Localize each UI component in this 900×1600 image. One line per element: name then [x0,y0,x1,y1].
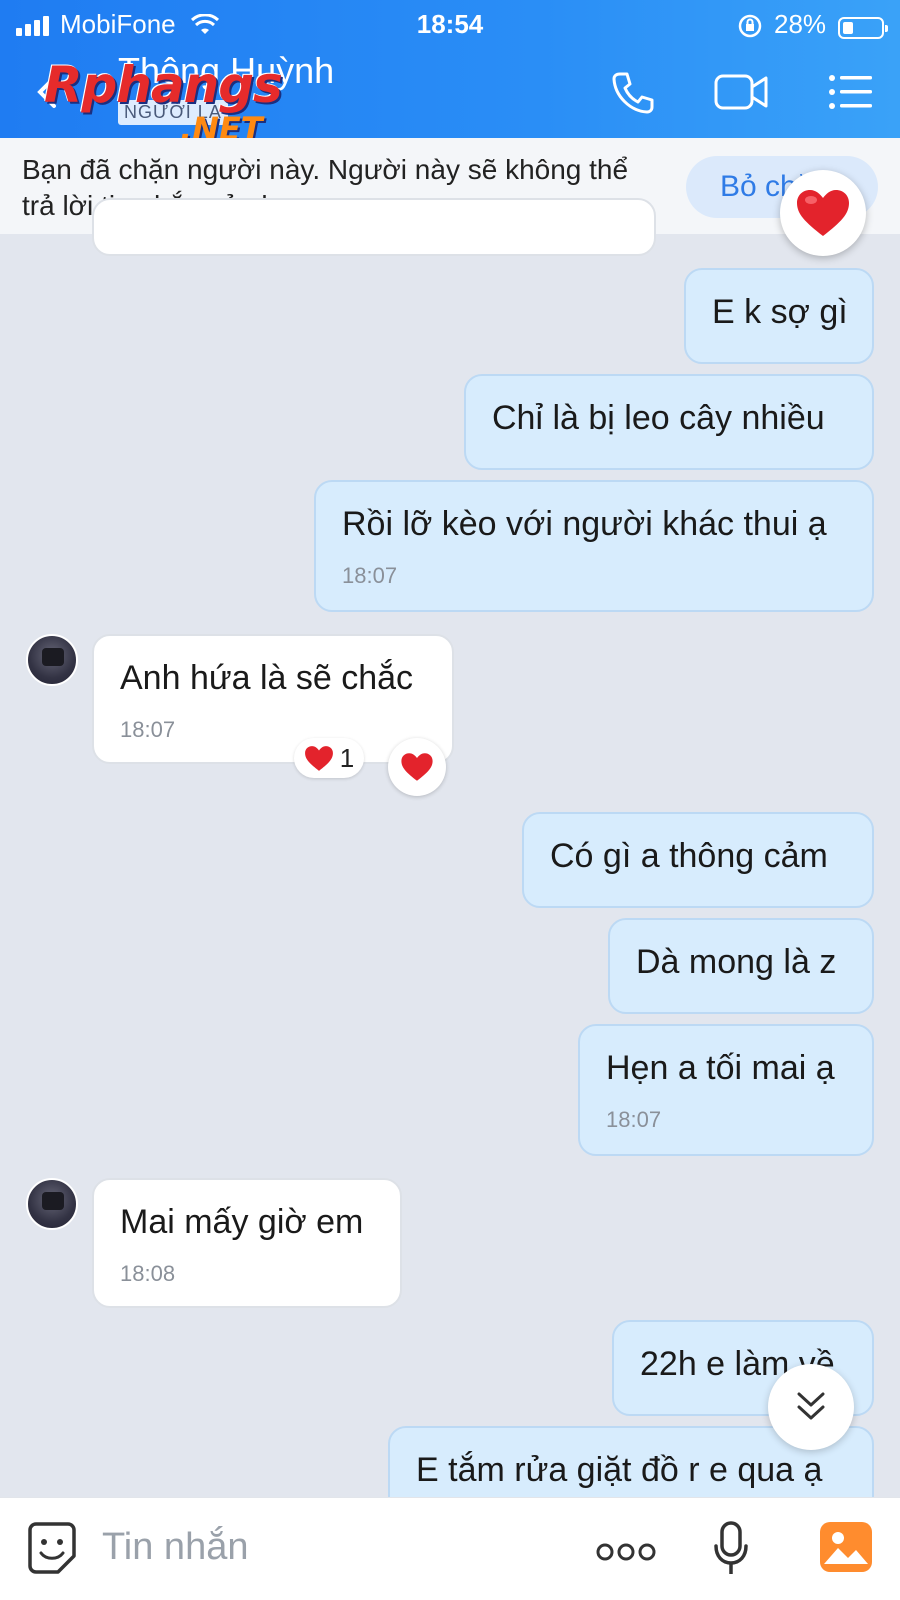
message-input[interactable] [102,1522,542,1572]
react-button[interactable] [388,738,446,796]
stranger-badge: NGƯỜI LẠ [118,100,228,125]
message-composer [0,1497,900,1600]
message-time: 18:07 [120,717,176,742]
avatar[interactable] [26,1178,78,1230]
phone-icon[interactable] [610,70,656,121]
message-text: Dà mong là z [636,943,837,981]
message-bubble-outgoing[interactable]: Chỉ là bị leo cây nhiều [464,374,874,470]
back-arrow-icon[interactable] [30,72,66,112]
message-bubble-outgoing[interactable]: Dà mong là z [608,918,874,1014]
message-text: E k sợ gì [712,293,848,331]
menu-list-icon[interactable] [828,74,874,115]
microphone-icon[interactable] [712,1520,750,1583]
sticker-icon[interactable] [26,1520,78,1581]
reaction-count: 1 [339,742,355,773]
chat-header: MobiFone 18:54 28% Thông Huỳnh NGƯỜI LẠ … [0,0,900,148]
message-bubble-outgoing[interactable]: E k sợ gì [684,268,874,364]
heart-icon [304,745,333,771]
message-text: Chỉ là bị leo cây nhiều [492,399,825,437]
reaction-summary[interactable]: 1 [294,738,364,778]
message-text: Hẹn a tối mai ạ [606,1049,835,1087]
clock: 18:54 [416,9,484,39]
message-bubble-partial[interactable] [92,198,656,256]
chevron-double-down-icon [797,1392,825,1420]
battery-icon [838,17,888,39]
message-text: Mai mấy giờ em [120,1203,364,1241]
message-time: 18:08 [120,1261,176,1286]
battery-percent: 28% [774,9,827,39]
avatar[interactable] [26,634,78,686]
status-bar: MobiFone 18:54 28% [0,6,900,42]
heart-icon[interactable] [780,170,866,256]
message-time: 18:07 [342,563,398,588]
message-time: 18:07 [606,1107,662,1132]
more-icon[interactable] [596,1542,656,1567]
message-bubble-outgoing[interactable]: Hẹn a tối mai ạ 18:07 [578,1024,874,1156]
video-camera-icon[interactable] [714,72,770,117]
message-bubble-outgoing[interactable]: Có gì a thông cảm [522,812,874,908]
heart-icon [401,753,433,781]
message-text: E tắm rửa giặt đồ r e qua ạ [416,1451,823,1489]
message-bubble-incoming[interactable]: Mai mấy giờ em 18:08 [92,1178,402,1308]
message-text: Anh hứa là sẽ chắc [120,659,414,697]
contact-name[interactable]: Thông Huỳnh [118,50,334,92]
message-text: Có gì a thông cảm [550,837,828,875]
message-text: Rồi lỡ kèo với người khác thui ạ [342,505,827,543]
message-bubble-outgoing[interactable]: Rồi lỡ kèo với người khác thui ạ 18:07 [314,480,874,612]
scroll-to-bottom-button[interactable] [768,1364,854,1450]
rotation-lock-icon [738,14,762,45]
image-icon[interactable] [818,1520,874,1579]
